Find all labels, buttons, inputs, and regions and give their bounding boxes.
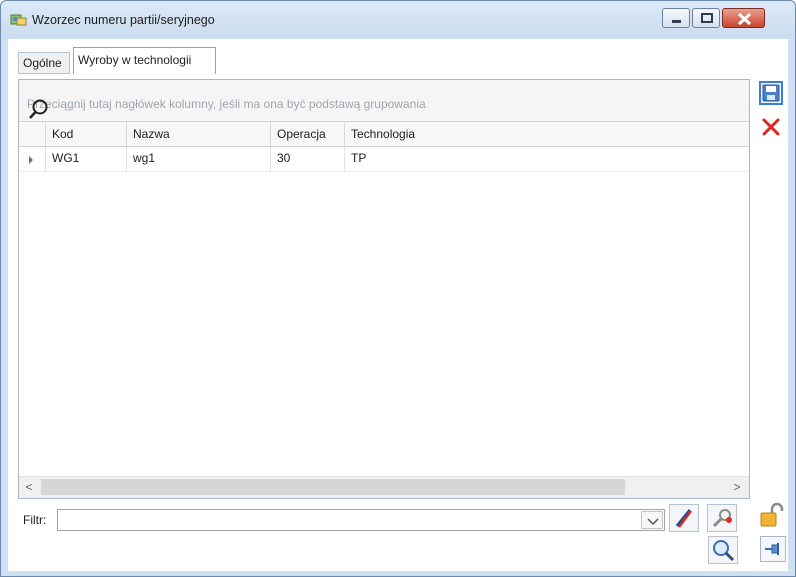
pin-button[interactable]	[760, 536, 786, 562]
clear-filter-button[interactable]	[669, 504, 699, 532]
magnifier-icon	[713, 540, 735, 562]
grid-header: Kod Nazwa Operacja Technologia	[19, 122, 749, 147]
filter-label: Filtr:	[23, 513, 47, 527]
client-area: Ogólne Wyroby w technologii Przeciągnij …	[8, 39, 788, 571]
scroll-left-button[interactable]: <	[19, 477, 39, 498]
filter-options-icon	[712, 509, 732, 528]
scroll-right-button[interactable]: >	[727, 477, 747, 498]
delete-button[interactable]	[759, 115, 783, 139]
group-hint-text: Przeciągnij tutaj nagłówek kolumny, jeśl…	[27, 97, 426, 111]
selector-column-header	[19, 122, 45, 147]
app-window: Wzorzec numeru partii/seryjnego Ogólne W…	[0, 0, 796, 577]
column-header-operacja[interactable]: Operacja	[270, 122, 344, 147]
filter-options-button[interactable]	[707, 504, 737, 532]
column-header-kod[interactable]: Kod	[45, 122, 126, 147]
filter-dropdown-button[interactable]	[641, 511, 663, 529]
close-button[interactable]	[722, 8, 765, 28]
grid-panel: Przeciągnij tutaj nagłówek kolumny, jeśl…	[18, 79, 750, 499]
clear-filter-icon	[675, 509, 692, 528]
scroll-thumb[interactable]	[41, 479, 625, 495]
filter-input[interactable]	[57, 509, 665, 531]
cell-nazwa[interactable]: wg1	[126, 147, 270, 172]
search-button[interactable]	[708, 536, 738, 564]
tab-wyroby-w-technologii[interactable]: Wyroby w technologii	[73, 47, 216, 74]
maximize-button[interactable]	[692, 8, 720, 28]
horizontal-scrollbar[interactable]: < >	[19, 476, 749, 498]
column-header-technologia[interactable]: Technologia	[344, 122, 749, 147]
search-icon[interactable]	[27, 97, 49, 123]
delete-icon	[762, 118, 780, 136]
cell-kod[interactable]: WG1	[45, 147, 126, 172]
group-by-area[interactable]: Przeciągnij tutaj nagłówek kolumny, jeśl…	[19, 80, 749, 122]
title-bar[interactable]: Wzorzec numeru partii/seryjnego	[1, 1, 795, 39]
cell-technologia[interactable]: TP	[344, 147, 749, 172]
table-row[interactable]: WG1 wg1 30 TP	[19, 147, 749, 172]
column-header-nazwa[interactable]: Nazwa	[126, 122, 270, 147]
chevron-down-icon	[647, 518, 659, 526]
pin-icon	[765, 543, 779, 555]
lock-button[interactable]	[757, 501, 785, 529]
cell-operacja[interactable]: 30	[270, 147, 344, 172]
minimize-button[interactable]	[662, 8, 690, 28]
app-icon	[10, 13, 28, 27]
window-title: Wzorzec numeru partii/seryjnego	[32, 13, 215, 27]
row-pointer-icon	[29, 156, 33, 164]
row-selector[interactable]	[19, 147, 45, 172]
lock-icon	[760, 502, 784, 527]
tab-ogolne[interactable]: Ogólne	[18, 52, 70, 74]
save-icon	[762, 84, 780, 102]
save-button[interactable]	[759, 81, 783, 105]
